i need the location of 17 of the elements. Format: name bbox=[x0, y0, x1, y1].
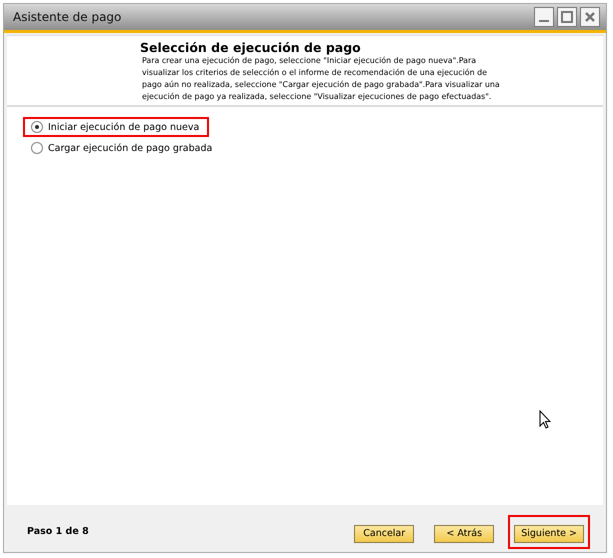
radio-button[interactable] bbox=[31, 121, 43, 133]
window-title: Asistente de pago bbox=[13, 10, 122, 24]
maximize-icon bbox=[561, 11, 573, 23]
wizard-button[interactable]: Cancelar bbox=[354, 524, 414, 542]
minimize-button[interactable] bbox=[534, 7, 554, 27]
cursor-icon bbox=[539, 410, 551, 429]
minimize-icon bbox=[539, 20, 549, 22]
maximize-button[interactable] bbox=[557, 7, 577, 27]
radio-button[interactable] bbox=[31, 142, 43, 154]
close-button[interactable] bbox=[580, 7, 600, 27]
radio-option[interactable]: Cargar ejecución de pago grabada bbox=[23, 138, 222, 158]
wizard-button[interactable]: < Atrás bbox=[434, 524, 494, 542]
wizard-button[interactable]: Siguiente > bbox=[514, 524, 584, 542]
page-heading: Selección de ejecución de pago bbox=[140, 40, 362, 55]
radio-option[interactable]: Iniciar ejecución de pago nueva bbox=[23, 117, 210, 137]
step-label: Paso 1 de 8 bbox=[27, 526, 90, 538]
close-icon bbox=[585, 12, 595, 22]
